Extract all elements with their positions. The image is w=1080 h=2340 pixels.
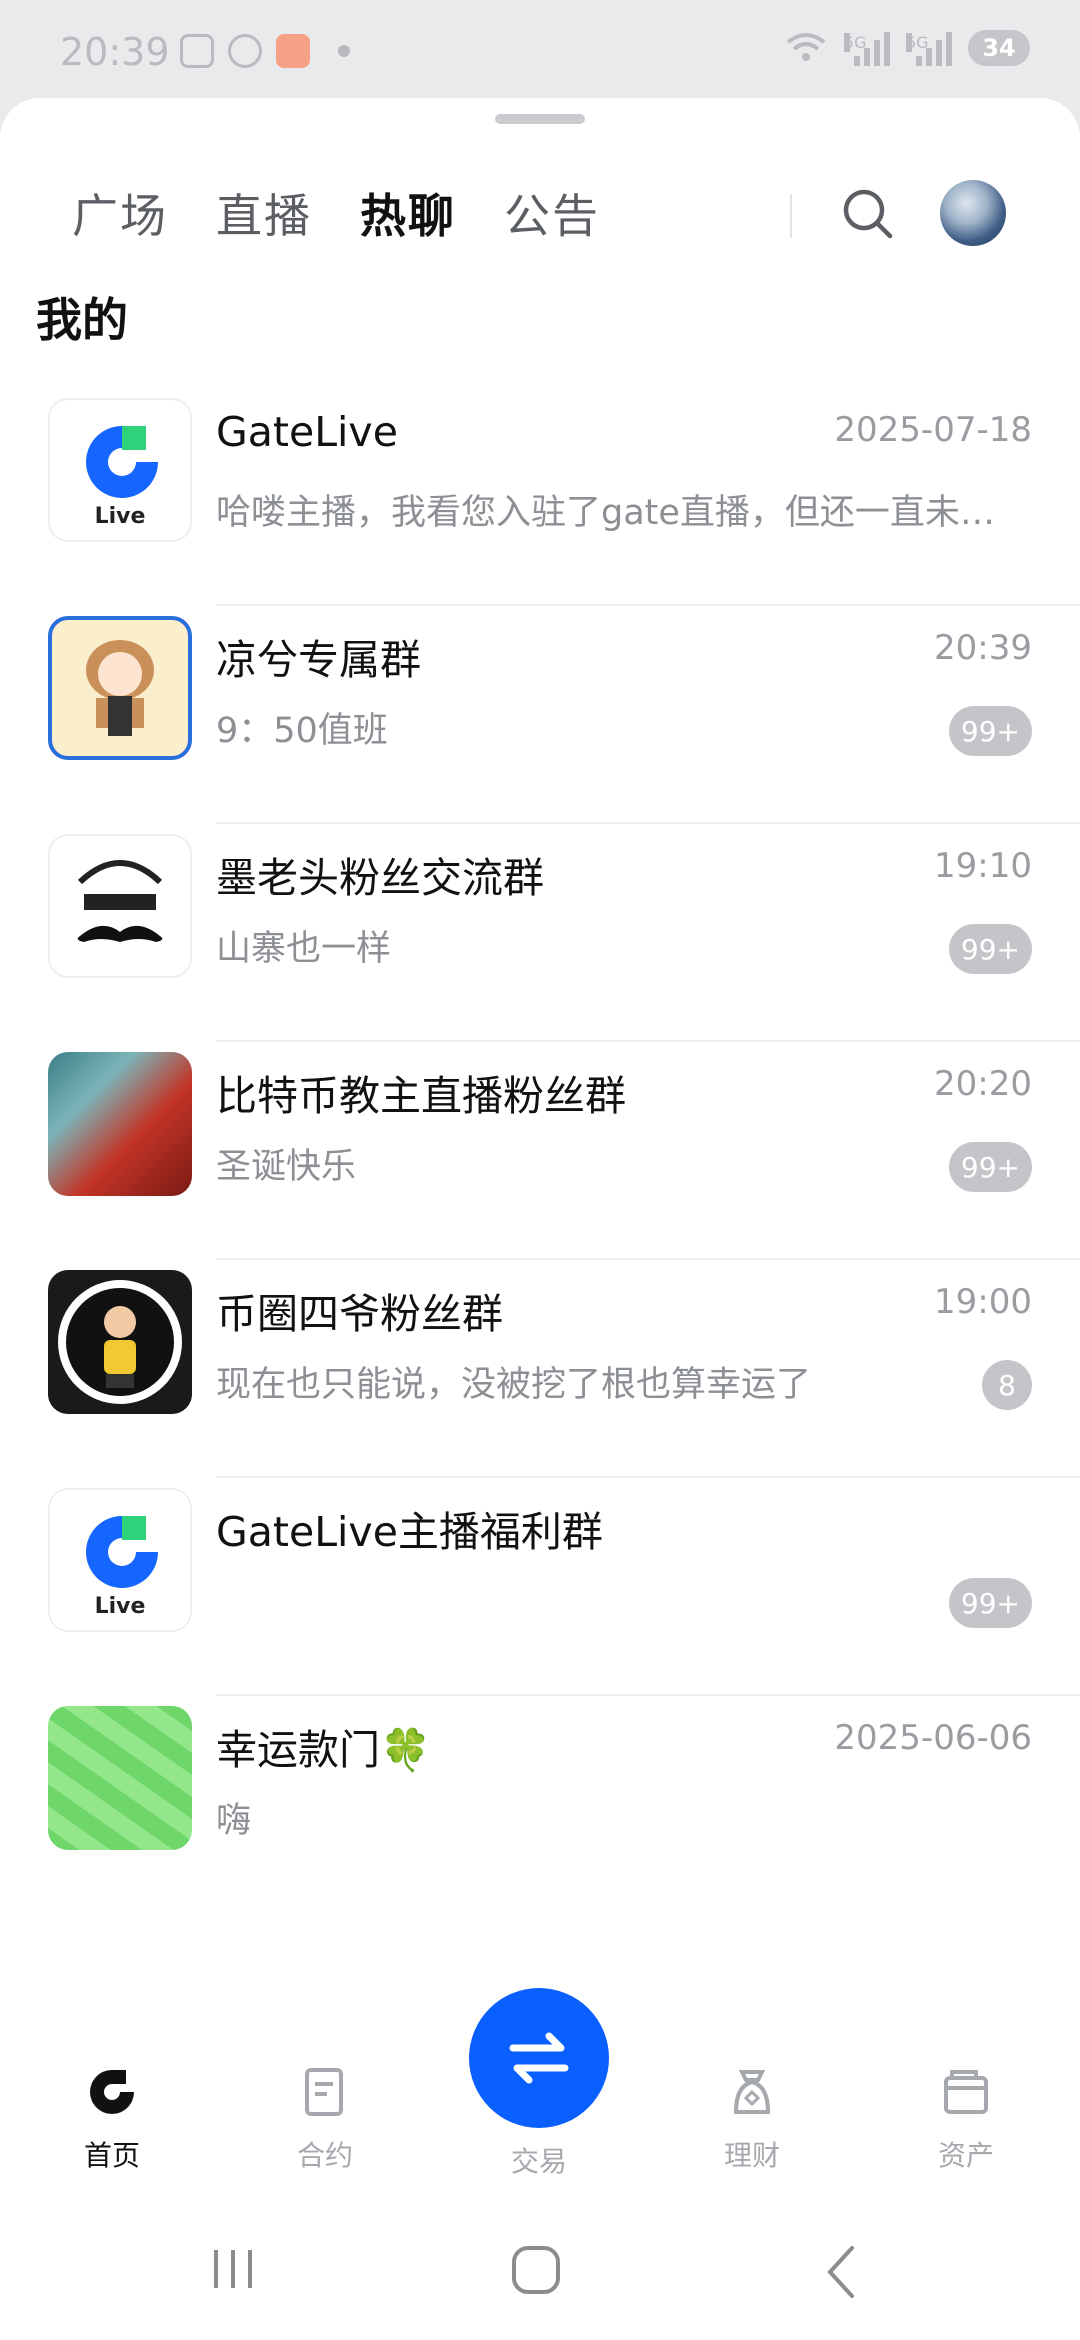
chat-name: 币圈四爷粉丝群 (216, 1290, 503, 1338)
home-icon (90, 2070, 134, 2114)
nav-assets[interactable]: 资产 (886, 2064, 1046, 2174)
status-bar: 20:39 5G 5G 34 (0, 0, 1080, 100)
search-button[interactable] (836, 182, 900, 246)
contract-icon (305, 2068, 343, 2116)
nav-contract-label: 合约 (296, 2139, 353, 2172)
chat-name: 比特币教主直播粉丝群 (216, 1072, 626, 1120)
chat-name: 凉兮专属群 (216, 636, 421, 684)
profile-avatar[interactable] (940, 180, 1006, 246)
bottom-nav: 首页 合约 交易 理财 资产 (0, 1988, 1080, 2200)
group-avatar-money (48, 1706, 192, 1850)
tab-square[interactable]: 广场 (72, 186, 168, 246)
chat-time: 2025-06-06 (834, 1718, 1032, 1758)
tab-announcements[interactable]: 公告 (504, 186, 600, 246)
chat-row[interactable]: 幸运款门🍀 2025-06-06 嗨 (0, 1696, 1080, 1914)
chat-time: 20:39 (934, 628, 1032, 668)
chat-preview: 山寨也一样 (216, 929, 392, 969)
status-time: 20:39 (60, 30, 170, 74)
wifi-icon (786, 33, 826, 61)
screenshot-icon (180, 34, 214, 68)
nav-contract[interactable]: 合约 (245, 2064, 405, 2174)
nav-trade-label: 交易 (510, 2145, 567, 2178)
chat-row[interactable]: 凉兮专属群 20:39 9：50值班 99+ (0, 606, 1080, 824)
home-nav-icon[interactable] (510, 2244, 566, 2300)
header-divider (790, 194, 792, 238)
finance-icon (733, 2070, 771, 2114)
tab-live[interactable]: 直播 (216, 186, 312, 246)
chat-preview: 现在也只能说，没被挖了根也算幸运了 (216, 1365, 812, 1405)
unread-badge: 99+ (948, 706, 1032, 756)
group-avatar-film-still (48, 1052, 192, 1196)
chat-time: 19:00 (934, 1282, 1032, 1322)
unread-badge: 99+ (948, 1578, 1032, 1628)
nav-finance[interactable]: 理财 (672, 2064, 832, 2174)
status-right: 5G 5G 34 (784, 30, 1030, 66)
gatelive-avatar: Live (48, 1488, 192, 1632)
app-notification-icon (276, 34, 310, 68)
group-avatar-anime (48, 616, 192, 760)
chat-name: 墨老头粉丝交流群 (216, 854, 544, 902)
back-icon[interactable] (818, 2244, 868, 2300)
signal-icon-1: 5G (844, 30, 890, 66)
chat-row[interactable]: 比特币教主直播粉丝群 20:20 圣诞快乐 99+ (0, 1042, 1080, 1260)
recent-apps-icon[interactable] (208, 2244, 258, 2294)
nav-finance-label: 理财 (723, 2139, 780, 2172)
chat-preview: 9：50值班 (216, 711, 388, 751)
gate-logo-icon (86, 426, 158, 498)
tab-hot-chat[interactable]: 热聊 (360, 186, 456, 246)
gatelive-thumb-label: Live (94, 1594, 146, 1619)
gatelive-avatar: Live (48, 398, 192, 542)
chat-name: 幸运款门🍀 (216, 1726, 432, 1774)
assets-icon (944, 2070, 988, 2114)
more-notifications-dot (338, 45, 350, 57)
chat-row[interactable]: 墨老头粉丝交流群 19:10 山寨也一样 99+ (0, 824, 1080, 1042)
signal-label-1: 5G (844, 33, 867, 52)
chat-row[interactable]: Live GateLive 2025-07-18 哈喽主播，我看您入驻了gate… (0, 388, 1080, 606)
unread-badge: 8 (982, 1360, 1032, 1410)
cartoon-man-icon (58, 1280, 182, 1404)
chat-row[interactable]: 币圈四爷粉丝群 19:00 现在也只能说，没被挖了根也算幸运了 8 (0, 1260, 1080, 1478)
group-avatar-cartoon (48, 1270, 192, 1414)
anime-girl-icon (86, 640, 154, 736)
trade-icon (509, 2032, 569, 2084)
section-title-mine: 我的 (36, 293, 128, 347)
top-tabs: 广场 直播 热聊 公告 (72, 186, 600, 246)
chat-preview: 圣诞快乐 (216, 1147, 357, 1187)
drag-handle[interactable] (495, 114, 585, 124)
nav-home[interactable]: 首页 (32, 2064, 192, 2174)
unread-badge: 99+ (948, 924, 1032, 974)
chat-time: 2025-07-18 (834, 410, 1032, 450)
trade-button[interactable] (469, 1988, 609, 2128)
group-avatar-mustache (48, 834, 192, 978)
nav-home-label: 首页 (83, 2139, 140, 2172)
signal-icon-2: 5G (906, 30, 952, 66)
wechat-icon (228, 34, 262, 68)
gate-logo-icon (86, 1516, 158, 1588)
chat-preview: 嗨 (216, 1801, 252, 1841)
chat-list: Live GateLive 2025-07-18 哈喽主播，我看您入驻了gate… (0, 388, 1080, 1914)
battery-indicator: 34 (968, 30, 1030, 66)
search-icon (843, 189, 893, 239)
chat-preview: 哈喽主播，我看您入驻了gate直播，但还一直未… (216, 493, 995, 533)
unread-badge: 99+ (948, 1142, 1032, 1192)
chat-time: 20:20 (934, 1064, 1032, 1104)
nav-assets-label: 资产 (937, 2139, 994, 2172)
chat-name: GateLive (216, 408, 398, 456)
chat-name: GateLive主播福利群 (216, 1508, 603, 1556)
gatelive-thumb-label: Live (94, 504, 146, 529)
chat-time: 19:10 (934, 846, 1032, 886)
chat-row[interactable]: Live GateLive主播福利群 99+ (0, 1478, 1080, 1696)
system-nav-bar (0, 2230, 1080, 2340)
notification-icons (180, 34, 350, 68)
signal-label-2: 5G (906, 33, 929, 52)
mustache-logo-icon (77, 860, 163, 942)
